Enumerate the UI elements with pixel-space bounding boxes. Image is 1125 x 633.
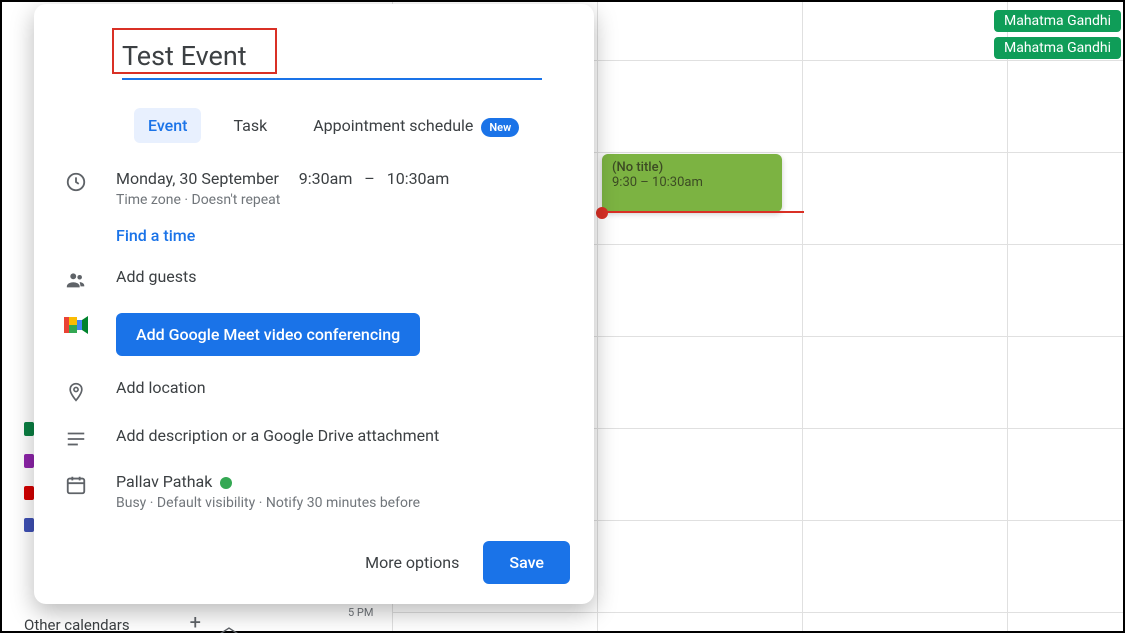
add-calendar-icon[interactable]: + <box>190 610 201 633</box>
location-pin-icon <box>58 378 94 404</box>
add-description-field[interactable]: Add description or a Google Drive attach… <box>116 426 570 445</box>
calendar-color-swatch[interactable] <box>24 422 34 436</box>
calendar-owner-row[interactable]: Pallav Pathak <box>116 472 570 491</box>
current-time-dot <box>596 207 608 219</box>
google-meet-icon <box>58 313 94 335</box>
calendar-event-block[interactable]: (No title) 9:30 – 10:30am <box>602 154 782 212</box>
add-guests-field[interactable]: Add guests <box>116 267 570 286</box>
collapse-icon[interactable]: ︿ <box>219 610 239 633</box>
add-google-meet-button[interactable]: Add Google Meet video conferencing <box>116 313 420 356</box>
event-end-time: 10:30am <box>387 169 450 188</box>
date-time-row[interactable]: Monday, 30 September 9:30am – 10:30am <box>116 169 570 188</box>
new-badge: New <box>481 118 519 137</box>
calendar-color-swatch[interactable] <box>24 454 34 468</box>
timezone-repeat-label[interactable]: Time zone · Doesn't repeat <box>116 192 570 208</box>
event-title-input[interactable] <box>122 40 542 80</box>
event-time: 9:30 – 10:30am <box>612 175 772 190</box>
people-icon <box>58 267 94 291</box>
other-calendars-label[interactable]: Other calendars <box>24 616 130 633</box>
calendar-color-dot <box>220 477 232 489</box>
event-start-time: 9:30am <box>299 169 353 188</box>
calendar-color-swatch[interactable] <box>24 486 34 500</box>
current-time-line <box>600 211 804 213</box>
tab-appointment-schedule[interactable]: Appointment schedule New <box>299 108 533 143</box>
event-title: (No title) <box>612 160 772 175</box>
time-axis-label: 5 PM <box>348 606 373 619</box>
create-event-popup: Event Task Appointment schedule New Mond… <box>34 4 594 604</box>
save-button[interactable]: Save <box>483 541 570 584</box>
clock-icon <box>58 169 94 193</box>
description-icon <box>58 426 94 450</box>
calendar-icon <box>58 472 94 496</box>
add-location-field[interactable]: Add location <box>116 378 570 397</box>
event-type-tabs: Event Task Appointment schedule New <box>134 108 570 143</box>
calendar-owner-name: Pallav Pathak <box>116 472 212 491</box>
tab-appointment-label: Appointment schedule <box>313 116 473 135</box>
tab-event[interactable]: Event <box>134 108 201 143</box>
visibility-notification-label[interactable]: Busy · Default visibility · Notify 30 mi… <box>116 495 570 511</box>
all-day-event-pill[interactable]: Mahatma Gandhi <box>994 10 1121 32</box>
find-a-time-link[interactable]: Find a time <box>116 226 570 245</box>
more-options-button[interactable]: More options <box>365 553 459 572</box>
tab-task[interactable]: Task <box>219 108 281 143</box>
event-date: Monday, 30 September <box>116 169 279 188</box>
calendar-color-swatch[interactable] <box>24 518 34 532</box>
all-day-event-pill[interactable]: Mahatma Gandhi <box>994 37 1121 59</box>
